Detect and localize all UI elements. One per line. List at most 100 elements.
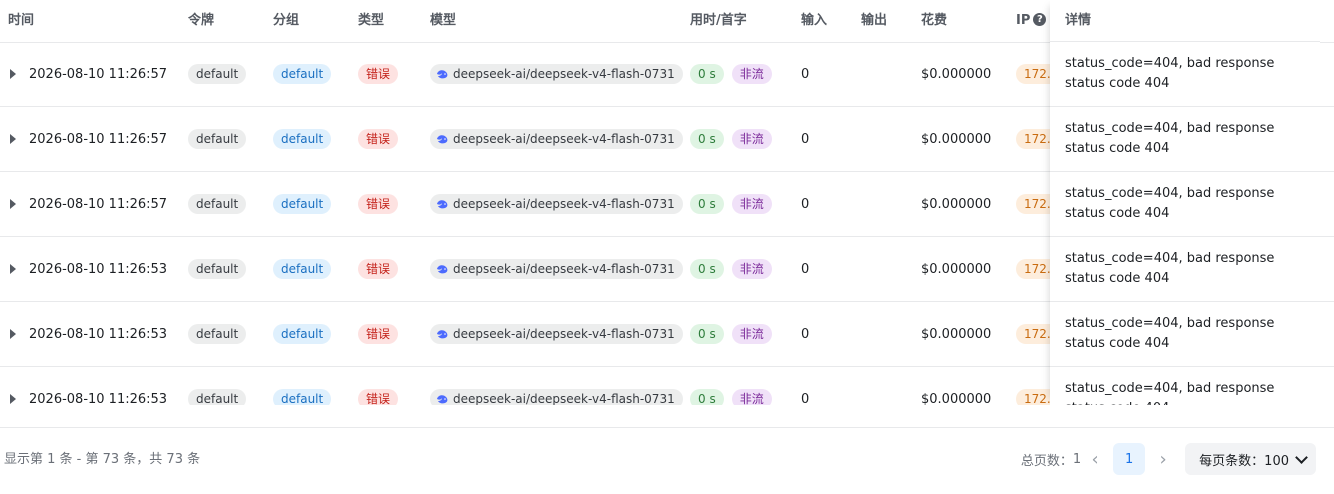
input-cell: 0 [801, 172, 809, 236]
divider [1050, 301, 1320, 302]
group-tag: default [273, 259, 332, 279]
ip-tag: 172. [1016, 389, 1050, 405]
col-latency[interactable]: 用时/首字 [690, 0, 747, 42]
ip-cell: 172. [1016, 302, 1050, 366]
input-cell: 0 [801, 42, 809, 106]
model-tag[interactable]: deepseek-ai/deepseek-v4-flash-0731 [430, 389, 683, 405]
token-tag: default [188, 194, 247, 214]
model-tag[interactable]: deepseek-ai/deepseek-v4-flash-0731 [430, 129, 683, 149]
cost-value: $0.000000 [921, 131, 992, 147]
ip-tag: 172. [1016, 194, 1050, 214]
duration-tag: 0 s [690, 194, 724, 214]
page-1-button[interactable]: 1 [1113, 443, 1146, 475]
caret-right-icon[interactable] [10, 302, 16, 366]
col-output[interactable]: 输出 [861, 0, 887, 42]
total-pages-label: 总页数： [1020, 453, 1073, 469]
model-name: deepseek-ai/deepseek-v4-flash-0731 [453, 262, 675, 276]
type-tag: 错误 [358, 129, 399, 149]
chevron-right-icon[interactable]: › [1149, 443, 1177, 475]
ip-cell: 172. [1016, 237, 1050, 301]
time-cell: 2026-08-10 11:26:57 [29, 107, 167, 171]
col-input[interactable]: 输入 [801, 0, 827, 42]
col-type[interactable]: 类型 [358, 0, 384, 42]
group-cell: default [273, 367, 332, 405]
question-circle-icon[interactable]: ? [1033, 13, 1047, 26]
model-name: deepseek-ai/deepseek-v4-flash-0731 [453, 327, 675, 341]
model-tag[interactable]: deepseek-ai/deepseek-v4-flash-0731 [430, 324, 683, 344]
whale-icon [437, 134, 448, 143]
col-token[interactable]: 令牌 [188, 0, 214, 42]
group-tag: default [273, 194, 332, 214]
token-cell: default [188, 42, 247, 106]
latency-cell: 0 s 非流 [690, 107, 772, 171]
col-time[interactable]: 时间 [8, 0, 34, 42]
detail-text: status_code=404, bad response status cod… [1065, 316, 1275, 351]
cost-cell: $0.000000 [921, 107, 991, 171]
input-value: 0 [801, 196, 810, 212]
whale-icon [437, 394, 448, 403]
stream-tag: 非流 [731, 324, 772, 344]
model-tag[interactable]: deepseek-ai/deepseek-v4-flash-0731 [430, 259, 683, 279]
detail-text: status_code=404, bad response status cod… [1065, 251, 1275, 286]
detail-text: status_code=404, bad response status cod… [1065, 186, 1275, 221]
ip-cell: 172. [1016, 107, 1050, 171]
cost-cell: $0.000000 [921, 172, 991, 236]
caret-right-icon[interactable] [10, 172, 16, 236]
latency-cell: 0 s 非流 [690, 367, 772, 405]
ip-tag: 172. [1016, 129, 1050, 149]
col-cost[interactable]: 花费 [921, 0, 947, 42]
token-cell: default [188, 367, 247, 405]
group-cell: default [273, 107, 332, 171]
caret-right-icon[interactable] [10, 107, 16, 171]
group-tag: default [273, 64, 332, 84]
duration-tag: 0 s [690, 129, 724, 149]
page-size-select[interactable]: 每页条数：100 [1185, 443, 1316, 475]
col-model[interactable]: 模型 [430, 0, 456, 42]
whale-icon [437, 69, 448, 78]
type-cell: 错误 [358, 237, 399, 301]
input-cell: 0 [801, 367, 810, 406]
stream-tag: 非流 [731, 64, 772, 84]
type-tag: 错误 [358, 259, 399, 279]
cost-value: $0.000000 [921, 196, 992, 212]
cost-value: $0.000000 [921, 261, 992, 277]
time-text: 2026-08-10 11:26:57 [29, 66, 168, 82]
caret-right-icon[interactable] [10, 367, 16, 405]
time-text: 2026-08-10 11:26:53 [29, 326, 168, 342]
caret-right-icon[interactable] [10, 237, 16, 301]
model-tag[interactable]: deepseek-ai/deepseek-v4-flash-0731 [430, 64, 683, 84]
ip-tag: 172. [1016, 64, 1050, 84]
page-size-label-text: 每页条数： [1199, 453, 1265, 469]
col-detail: 详情 [1065, 13, 1092, 28]
latency-cell: 0 s 非流 [690, 42, 772, 106]
cost-cell: $0.000000 [921, 302, 991, 366]
type-tag: 错误 [358, 194, 399, 214]
cost-cell: $0.000000 [921, 367, 991, 406]
model-cell: deepseek-ai/deepseek-v4-flash-0731 [430, 367, 683, 405]
col-ip-label: IP [1016, 13, 1031, 28]
divider [1050, 366, 1320, 367]
input-value: 0 [801, 391, 810, 406]
token-cell: default [188, 107, 247, 171]
divider [1050, 236, 1320, 237]
model-cell: deepseek-ai/deepseek-v4-flash-0731 [430, 237, 683, 301]
type-cell: 错误 [358, 107, 399, 171]
page-size-label: 每页条数：100 [1199, 450, 1289, 469]
token-cell: default [188, 172, 247, 236]
col-ip[interactable]: IP? [1016, 0, 1047, 42]
duration-tag: 0 s [690, 64, 724, 84]
token-tag: default [188, 64, 247, 84]
log-table: 时间 令牌 分组 类型 模型 用时/首字 输入 输出 花费 IP? 2026-0… [0, 0, 1334, 405]
col-group[interactable]: 分组 [273, 0, 299, 42]
ip-cell: 172. [1016, 172, 1050, 236]
token-cell: default [188, 237, 247, 301]
chevron-left-icon[interactable]: ‹ [1081, 443, 1109, 475]
whale-icon [437, 264, 448, 273]
input-cell: 0 [801, 302, 809, 366]
caret-right-icon[interactable] [10, 42, 16, 106]
model-tag[interactable]: deepseek-ai/deepseek-v4-flash-0731 [430, 194, 683, 214]
model-cell: deepseek-ai/deepseek-v4-flash-0731 [430, 302, 683, 366]
token-tag: default [188, 389, 247, 405]
group-cell: default [273, 172, 332, 236]
detail-column: 详情 status_code=404, bad response status … [1050, 0, 1320, 405]
